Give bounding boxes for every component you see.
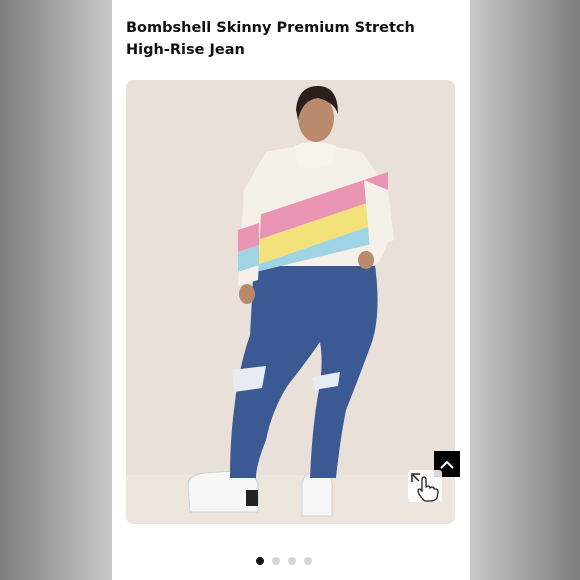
left-blur-background <box>0 0 112 580</box>
hand-pointer-icon <box>408 470 442 502</box>
right-blur-background <box>470 0 580 580</box>
gallery-pagination <box>256 557 312 565</box>
product-title: Bombshell Skinny Premium Stretch High-Ri… <box>126 20 415 58</box>
product-image[interactable] <box>126 80 455 524</box>
chevron-up-icon <box>440 455 454 474</box>
gallery-dot-1[interactable] <box>256 557 264 565</box>
product-card: Bombshell Skinny Premium Stretch High-Ri… <box>112 0 470 580</box>
gallery-dot-3[interactable] <box>288 557 296 565</box>
gallery-dot-2[interactable] <box>272 557 280 565</box>
gallery-dot-4[interactable] <box>304 557 312 565</box>
